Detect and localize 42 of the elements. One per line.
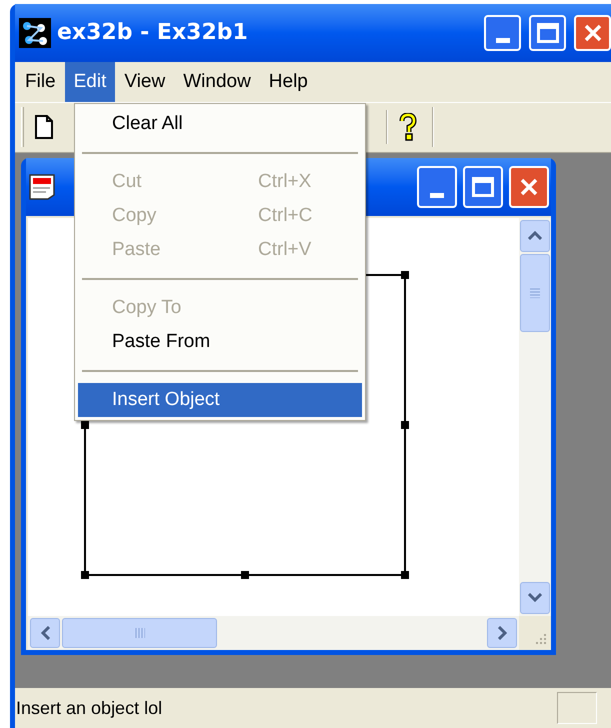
resize-grip-icon[interactable] (533, 632, 547, 646)
close-icon (582, 22, 602, 43)
maximize-button[interactable] (529, 14, 566, 51)
maximize-button[interactable] (463, 166, 503, 208)
menu-item[interactable]: Window (174, 62, 260, 102)
scroll-right-button[interactable] (487, 618, 517, 648)
maximize-icon (472, 176, 494, 197)
chevron-right-icon (498, 626, 506, 640)
menu-item[interactable]: Paste From (78, 325, 362, 359)
scroll-left-button[interactable] (30, 618, 60, 648)
window-title: ex32b - Ex32b1 (57, 19, 248, 48)
menu-item[interactable]: Help (260, 62, 317, 102)
document-icon (28, 172, 58, 201)
menu-item[interactable]: File (16, 62, 65, 102)
vertical-scrollbar[interactable] (519, 218, 551, 616)
close-button[interactable] (574, 14, 611, 51)
menu-item[interactable]: View (115, 62, 174, 102)
close-icon (519, 176, 539, 197)
minimize-button[interactable] (417, 166, 457, 208)
app-icon (19, 18, 51, 48)
scroll-thumb[interactable] (62, 618, 217, 648)
chevron-left-icon (40, 626, 50, 640)
status-text: Insert an object lol (15, 696, 162, 720)
scroll-up-button[interactable] (520, 220, 550, 252)
minimize-icon (430, 192, 444, 198)
grip-icon (529, 288, 541, 298)
menu-item[interactable]: Edit (64, 62, 116, 102)
menu-item[interactable]: Clear All (78, 107, 362, 141)
status-panel (557, 692, 597, 724)
grip-icon (134, 626, 144, 639)
chevron-up-icon (528, 231, 542, 240)
maximize-icon (536, 22, 558, 43)
close-button[interactable] (509, 166, 549, 208)
scroll-thumb[interactable] (520, 254, 550, 332)
menu-item[interactable]: Insert Object (78, 383, 362, 417)
chevron-down-icon (528, 593, 542, 602)
horizontal-scrollbar[interactable] (28, 616, 519, 650)
question-mark-icon (399, 113, 417, 142)
minimize-icon (496, 38, 510, 43)
scroll-down-button[interactable] (520, 582, 550, 614)
page-icon (35, 115, 53, 140)
minimize-button[interactable] (484, 14, 521, 51)
